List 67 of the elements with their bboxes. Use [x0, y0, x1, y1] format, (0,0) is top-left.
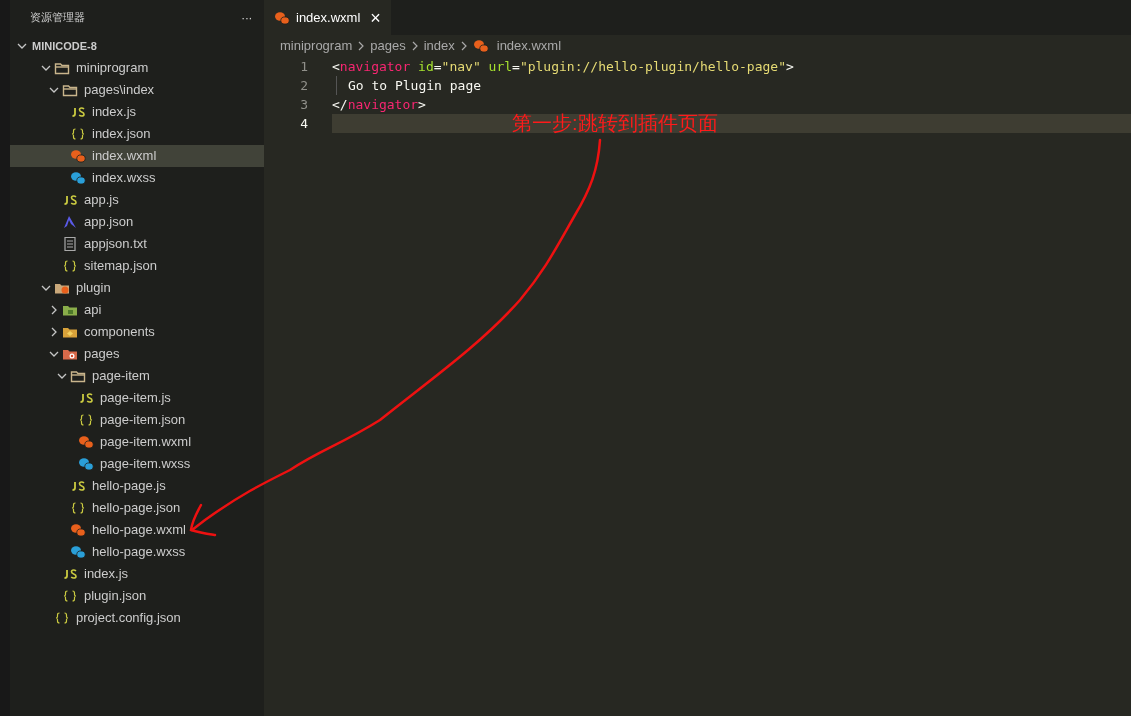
line-number: 3 [299, 95, 308, 114]
tree-item[interactable]: hello-page.wxml [10, 519, 264, 541]
braces-icon [54, 610, 70, 626]
braces-icon [70, 500, 86, 516]
editor-tab[interactable]: index.wxml × [264, 0, 391, 35]
tree-item[interactable]: page-item [10, 365, 264, 387]
js-icon [70, 104, 86, 120]
tree-item[interactable]: index.js [10, 563, 264, 585]
tree-item[interactable]: hello-page.json [10, 497, 264, 519]
chat-bubbles-icon [70, 522, 86, 538]
tree-item[interactable]: plugin [10, 277, 264, 299]
line-number: 4 [299, 114, 308, 133]
js-icon [70, 478, 86, 494]
tree-item[interactable]: index.wxss [10, 167, 264, 189]
chat-bubbles-icon [70, 544, 86, 560]
line-number: 1 [299, 57, 308, 76]
tree-item[interactable]: page-item.js [10, 387, 264, 409]
js-icon [62, 192, 78, 208]
section-header[interactable]: MINICODE-8 [10, 35, 264, 57]
annotation-text: 第一步:跳转到插件页面 [512, 111, 718, 136]
tree-item[interactable]: app.json [10, 211, 264, 233]
braces-icon [70, 126, 86, 142]
sidebar-title: 资源管理器 [30, 10, 85, 26]
tree-item[interactable]: app.js [10, 189, 264, 211]
braces-icon [78, 412, 94, 428]
folder-icon [70, 368, 86, 384]
mountain-icon [62, 214, 78, 230]
tree-item[interactable]: index.wxml [10, 145, 264, 167]
tree-item[interactable]: miniprogram [10, 57, 264, 79]
breadcrumb-item[interactable]: miniprogram [280, 36, 353, 56]
js-icon [62, 566, 78, 582]
chat-bubbles-icon [472, 38, 489, 54]
document-icon [62, 236, 78, 252]
tree-item[interactable]: pages [10, 343, 264, 365]
line-number: 2 [299, 76, 308, 95]
chat-bubbles-icon [274, 9, 290, 26]
close-button[interactable]: × [370, 8, 381, 27]
tree-item[interactable]: pages\index [10, 79, 264, 101]
breadcrumb-item[interactable]: pages [370, 36, 406, 56]
tree-item[interactable]: hello-page.js [10, 475, 264, 497]
code-line: </navigator> [332, 95, 426, 114]
chat-bubbles-icon [70, 148, 86, 164]
chat-bubbles-icon [78, 434, 94, 450]
more-button[interactable]: ··· [240, 7, 252, 28]
tree-item[interactable]: index.json [10, 123, 264, 145]
braces-icon [62, 588, 78, 604]
code-line: Go to Plugin page [348, 76, 482, 95]
tree-item[interactable]: project.config.json [10, 607, 264, 629]
breadcrumb-item[interactable]: index [423, 36, 455, 56]
tree-item[interactable]: plugin.json [10, 585, 264, 607]
tree-item[interactable]: api [10, 299, 264, 321]
tree-item[interactable]: appjson.txt [10, 233, 264, 255]
tree-item[interactable]: index.js [10, 101, 264, 123]
js-icon [78, 390, 94, 406]
braces-icon [62, 258, 78, 274]
tree-item[interactable]: components [10, 321, 264, 343]
folder-icon [54, 60, 70, 76]
code-line: <navigator id="nav" url="plugin://hello-plugin/hello-page"> [332, 57, 794, 76]
tree-item[interactable]: sitemap.json [10, 255, 264, 277]
tree-item[interactable]: page-item.wxml [10, 431, 264, 453]
chat-bubbles-icon [78, 456, 94, 472]
tree-item[interactable]: page-item.wxss [10, 453, 264, 475]
chat-bubbles-icon [70, 170, 86, 186]
tree-item[interactable]: page-item.json [10, 409, 264, 431]
tree-item[interactable]: hello-page.wxss [10, 541, 264, 563]
folder-icon [62, 82, 78, 98]
breadcrumb-item[interactable]: index.wxml [496, 36, 562, 56]
